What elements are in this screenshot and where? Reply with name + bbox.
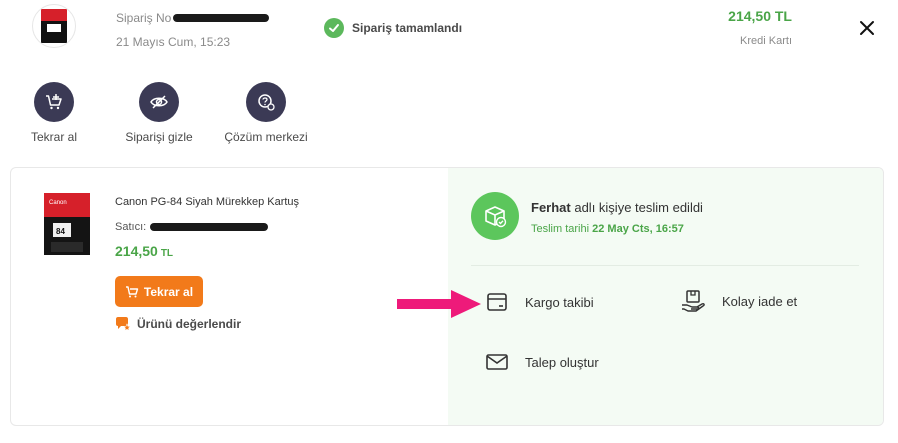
cargo-tracking-label: Kargo takibi: [525, 294, 594, 310]
help-center-action[interactable]: Çözüm merkezi: [216, 82, 316, 144]
product-name[interactable]: Canon PG-84 Siyah Mürekkep Kartuş: [115, 196, 299, 208]
delivery-date-label: Teslim tarihi: [531, 223, 593, 235]
cart-icon: [125, 285, 139, 297]
status-text: Sipariş tamamlandı: [352, 21, 463, 35]
easy-return-label: Kolay iade et: [722, 293, 798, 309]
box-icon: [487, 293, 507, 311]
redacted-seller-name: [150, 223, 269, 231]
redacted-order-number: [173, 14, 270, 22]
return-package-icon: [682, 290, 705, 312]
order-date: 21 Mayıs Cum, 15:23: [116, 35, 231, 49]
product-price: 214,50 TL: [115, 243, 173, 259]
hide-order-action-label: Siparişi gizle: [125, 130, 193, 144]
order-number-label: Sipariş No: [116, 11, 172, 25]
eye-off-icon: [139, 82, 179, 122]
envelope-icon: [486, 354, 508, 370]
package-delivered-icon: [471, 192, 519, 240]
reorder-button-label: Tekrar al: [143, 284, 194, 299]
product-price-value: 214,50: [115, 243, 158, 259]
help-center-icon: [246, 82, 286, 122]
order-thumbnail: [32, 4, 76, 48]
delivery-date-value: 22 May Cts, 16:57: [592, 223, 684, 235]
hide-order-action[interactable]: Siparişi gizle: [109, 82, 209, 144]
help-center-action-label: Çözüm merkezi: [224, 130, 308, 144]
review-star-icon: [116, 317, 131, 332]
reorder-button[interactable]: Tekrar al: [115, 276, 203, 307]
close-icon: [860, 21, 874, 35]
order-status: Sipariş tamamlandı: [324, 18, 462, 38]
reorder-action[interactable]: Tekrar al: [4, 82, 104, 144]
easy-return-link[interactable]: Kolay iade et: [680, 288, 797, 314]
cargo-tracking-link[interactable]: Kargo takibi: [485, 290, 594, 314]
create-request-link[interactable]: Talep oluştur: [485, 350, 599, 374]
close-button[interactable]: [856, 17, 878, 39]
product-price-currency: TL: [160, 248, 174, 259]
rate-product-label: Ürünü değerlendir: [137, 317, 242, 331]
rate-product-link[interactable]: Ürünü değerlendir: [115, 316, 241, 332]
divider: [471, 265, 859, 266]
delivered-text: adlı kişiye teslim edildi: [570, 200, 703, 215]
seller-info: Satıcı:: [115, 221, 269, 233]
payment-method: Kredi Kartı: [740, 35, 792, 47]
delivery-date: Teslim tarihi 22 May Cts, 16:57: [531, 223, 684, 235]
order-total-price: 214,50 TL: [728, 8, 792, 24]
check-icon: [324, 18, 344, 38]
annotation-arrow-icon: [397, 290, 481, 318]
product-image[interactable]: Canon 84: [43, 192, 91, 256]
create-request-label: Talep oluştur: [525, 354, 599, 370]
seller-label: Satıcı:: [115, 221, 147, 233]
order-number: Sipariş No: [116, 11, 270, 25]
cart-plus-icon: [34, 82, 74, 122]
recipient-name: Ferhat: [531, 200, 571, 215]
reorder-action-label: Tekrar al: [30, 130, 77, 144]
svg-text:84: 84: [56, 227, 65, 236]
svg-text:Canon: Canon: [49, 200, 67, 206]
delivery-panel: Ferhat adlı kişiye teslim edildi Teslim …: [448, 168, 883, 425]
delivery-recipient: Ferhat adlı kişiye teslim edildi: [531, 200, 703, 215]
